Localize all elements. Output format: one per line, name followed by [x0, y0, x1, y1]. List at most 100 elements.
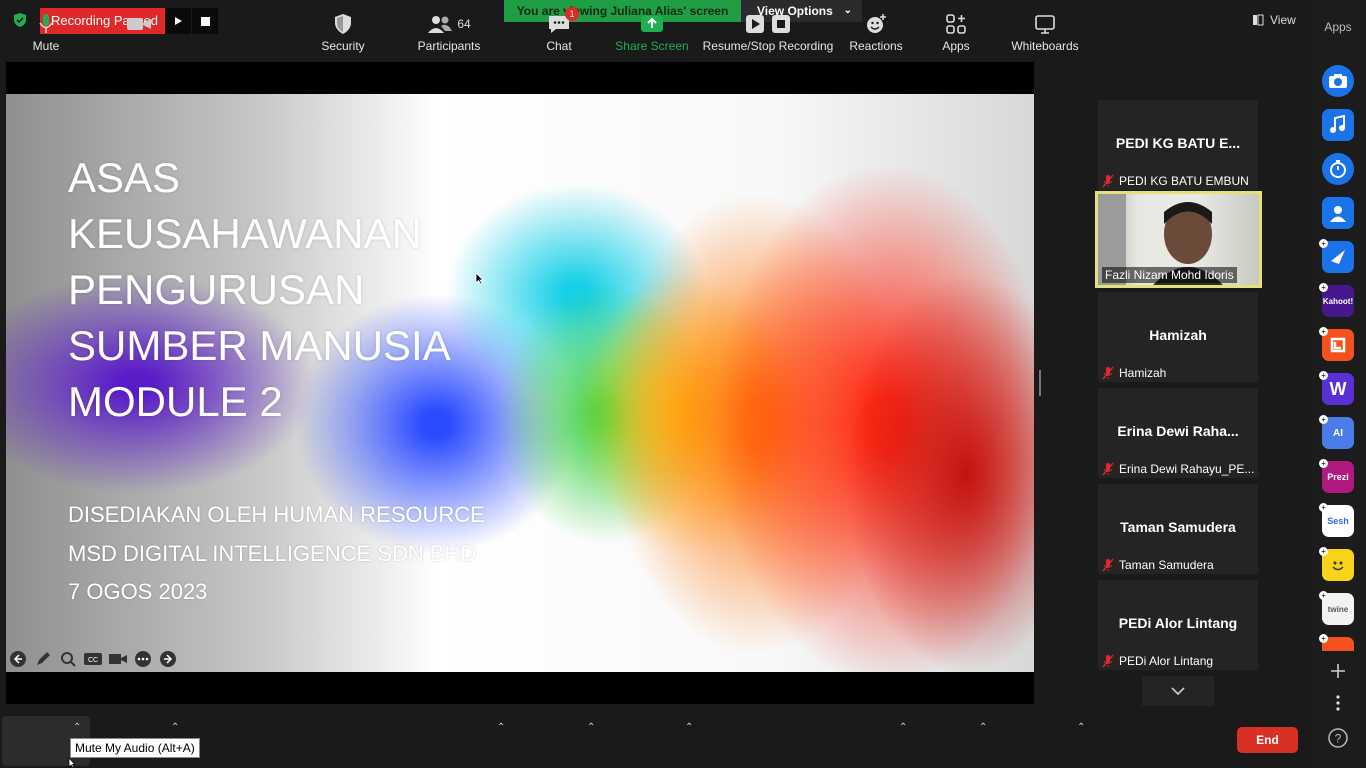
participant-display-name: Taman Samudera [1120, 519, 1236, 535]
kahoot-app-label: Kahoot! [1322, 296, 1354, 306]
mic-muted-icon [1102, 654, 1114, 668]
whiteboards-button[interactable]: Whiteboards [1008, 0, 1082, 60]
video-camera-icon [127, 18, 151, 30]
participant-label: Erina Dewi Rahayu_PE... [1102, 462, 1254, 476]
participant-tile[interactable]: Hamizah Hamizah [1098, 292, 1258, 382]
active-speaker-tile[interactable]: Fazli Nizam Mohd Idoris [1095, 191, 1262, 288]
participants-options-caret[interactable]: ⌃ [497, 722, 505, 733]
slide-subtitle: DISEDIAKAN OLEH HUMAN RESOURCE MSD DIGIT… [68, 496, 485, 612]
scroll-down-button[interactable] [1142, 676, 1214, 706]
slide-title-line: SUMBER MANUSIA [68, 322, 451, 369]
participant-display-name: Hamizah [1149, 327, 1207, 343]
play-icon [175, 17, 182, 25]
participant-name: PEDI KG BATU EMBUN [1119, 174, 1249, 188]
mic-muted-icon [1102, 366, 1114, 380]
chat-button[interactable]: 1 Chat [538, 0, 580, 60]
participant-tile[interactable]: PEDi Alor Lintang PEDi Alor Lintang [1098, 580, 1258, 670]
mouse-cursor-icon [475, 272, 484, 285]
svg-text:CC: CC [88, 657, 98, 664]
participants-button[interactable]: 64 Participants [414, 0, 484, 60]
resume-recording-icon [746, 15, 764, 33]
video-icon[interactable] [108, 650, 128, 668]
resume-stop-recording-button[interactable]: Resume/Stop Recording [700, 0, 836, 60]
add-icon[interactable] [1329, 662, 1347, 680]
reactions-button[interactable]: Reactions [846, 0, 906, 60]
view-label: View [1270, 13, 1296, 27]
wordwall-app-label: W [1329, 378, 1347, 399]
participant-name: PEDi Alor Lintang [1119, 654, 1214, 668]
chat-options-caret[interactable]: ⌃ [587, 722, 595, 733]
share-screen-label: Share Screen [615, 39, 689, 53]
participant-name: Erina Dewi Rahayu_PE... [1119, 462, 1255, 476]
participant-name: Taman Samudera [1119, 558, 1214, 572]
share-options-caret[interactable]: ⌃ [685, 722, 693, 733]
mouse-cursor-icon [68, 757, 76, 768]
audio-options-caret[interactable]: ⌃ [73, 722, 81, 733]
resize-handle[interactable] [1039, 370, 1041, 396]
next-slide-icon[interactable] [158, 650, 178, 668]
more-icon[interactable] [133, 650, 153, 668]
reactions-options-caret[interactable]: ⌃ [899, 722, 907, 733]
mute-tooltip: Mute My Audio (Alt+A) [70, 738, 200, 758]
twine-app-label: twine [1327, 604, 1349, 614]
add-app-icon: + [1319, 634, 1328, 643]
video-options-caret[interactable]: ⌃ [171, 722, 179, 733]
participant-tile[interactable]: Erina Dewi Raha... Erina Dewi Rahayu_PE.… [1098, 388, 1258, 478]
camera-app-icon[interactable] [1322, 65, 1354, 97]
slide-sub-line: MSD DIGITAL INTELLIGENCE SDN BHD [68, 540, 477, 566]
add-app-icon: + [1319, 327, 1328, 336]
participants-label: Participants [417, 39, 481, 53]
security-label: Security [321, 39, 365, 53]
chat-label: Chat [546, 39, 572, 53]
sesh-app-label: Sesh [1327, 516, 1349, 526]
chevron-down-icon [1171, 687, 1185, 695]
video-button[interactable] [118, 0, 160, 60]
subtitles-icon[interactable]: CC [83, 650, 103, 668]
stop-icon [200, 16, 210, 26]
participant-tile[interactable]: PEDI KG BATU E... PEDI KG BATU EMBUN [1098, 100, 1258, 190]
apps-button[interactable]: Apps [936, 0, 976, 60]
timer-app-icon[interactable] [1322, 153, 1354, 185]
mic-muted-icon [1102, 174, 1114, 188]
previous-slide-icon[interactable] [8, 650, 28, 668]
apps-icon [946, 14, 966, 34]
music-app-icon[interactable] [1322, 109, 1354, 141]
pen-icon[interactable] [33, 650, 53, 668]
stop-recording-button[interactable] [192, 8, 218, 34]
svg-text:?: ? [1335, 732, 1342, 746]
apps-label: Apps [942, 39, 970, 53]
more-vertical-icon[interactable] [1333, 694, 1343, 712]
whiteboards-options-caret[interactable]: ⌃ [1077, 722, 1085, 733]
end-meeting-button[interactable]: End [1237, 727, 1298, 753]
slide-title-line: PENGURUSAN [68, 266, 365, 313]
zoom-icon[interactable] [58, 650, 78, 668]
add-app-icon: + [1319, 283, 1328, 292]
slide-title: ASAS KEUSAHAWANAN PENGURUSAN SUMBER MANU… [68, 150, 451, 430]
apps-options-caret[interactable]: ⌃ [979, 722, 987, 733]
view-button[interactable]: View [1246, 9, 1302, 31]
whiteboard-icon [1035, 15, 1055, 34]
add-app-icon: + [1319, 503, 1328, 512]
mute-button[interactable]: Mute [26, 0, 66, 60]
participant-name: Fazli Nizam Mohd Idoris [1102, 267, 1237, 283]
mic-muted-icon [1102, 462, 1114, 476]
slide-title-line: KEUSAHAWANAN [68, 210, 422, 257]
participants-icon [428, 16, 453, 33]
participant-display-name: Erina Dewi Raha... [1117, 423, 1239, 439]
profile-app-icon[interactable] [1322, 197, 1354, 229]
add-app-icon: + [1319, 591, 1328, 600]
slide-sub-line: DISEDIAKAN OLEH HUMAN RESOURCE [68, 502, 485, 527]
share-screen-button[interactable]: Share Screen [614, 0, 690, 60]
prezi-app-label: Prezi [1327, 472, 1349, 482]
slideshow-toolbar: CC [8, 650, 178, 668]
view-grid-icon [1253, 14, 1264, 26]
security-button[interactable]: Security [314, 0, 372, 60]
shared-screen: ASAS KEUSAHAWANAN PENGURUSAN SUMBER MANU… [6, 62, 1034, 704]
add-app-icon: + [1319, 459, 1328, 468]
participant-display-name: PEDi Alor Lintang [1118, 615, 1238, 631]
participant-label: Hamizah [1102, 366, 1166, 380]
participant-tile[interactable]: Taman Samudera Taman Samudera [1098, 484, 1258, 574]
help-icon[interactable]: ? [1327, 727, 1349, 749]
resume-recording-button[interactable] [165, 8, 191, 34]
mute-label: Mute [32, 39, 60, 53]
